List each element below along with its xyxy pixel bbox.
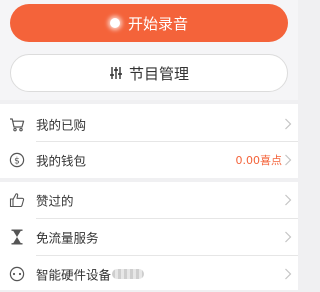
device-icon [9, 266, 25, 282]
menu-item-data-free[interactable]: 免流量服务 [0, 219, 298, 255]
start-recording-label: 开始录音 [127, 14, 188, 33]
chevron-right-icon [285, 118, 292, 130]
blurred-badge [112, 269, 144, 279]
hourglass-icon [9, 229, 25, 245]
chevron-right-icon [285, 194, 292, 206]
menu-group-purchases: 我的已购 $ 我的钱包 0.00喜点 [0, 104, 298, 178]
chevron-right-icon [285, 268, 292, 280]
menu-item-smart-devices[interactable]: 智能硬件设备 [0, 256, 298, 292]
menu-item-liked[interactable]: 赞过的 [0, 182, 298, 218]
program-management-button[interactable]: 节目管理 [10, 54, 288, 92]
menu-item-label: 免流量服务 [36, 230, 99, 246]
menu-group-services: 赞过的 免流量服务 智能硬件设备 [0, 182, 298, 290]
record-dot-icon [109, 18, 120, 28]
chevron-right-icon [285, 231, 292, 243]
start-recording-button[interactable]: 开始录音 [10, 4, 288, 42]
menu-item-label: 我的已购 [36, 117, 87, 133]
menu-item-label: 智能硬件设备 [36, 267, 112, 283]
wallet-balance: 0.00喜点 [235, 154, 283, 167]
menu-item-purchased[interactable]: 我的已购 [0, 106, 298, 142]
program-management-label: 节目管理 [128, 64, 189, 83]
thumbs-up-icon [9, 192, 25, 208]
cart-icon [9, 116, 25, 132]
wallet-coin-icon: $ [9, 152, 25, 168]
menu-item-label: 我的钱包 [36, 153, 87, 169]
menu-item-label: 赞过的 [36, 193, 74, 209]
svg-text:$: $ [14, 156, 20, 166]
sliders-icon [109, 67, 122, 79]
chevron-right-icon [285, 154, 292, 166]
menu-item-wallet[interactable]: $ 我的钱包 0.00喜点 [0, 142, 298, 178]
action-area: 开始录音 节目管理 [0, 0, 298, 100]
